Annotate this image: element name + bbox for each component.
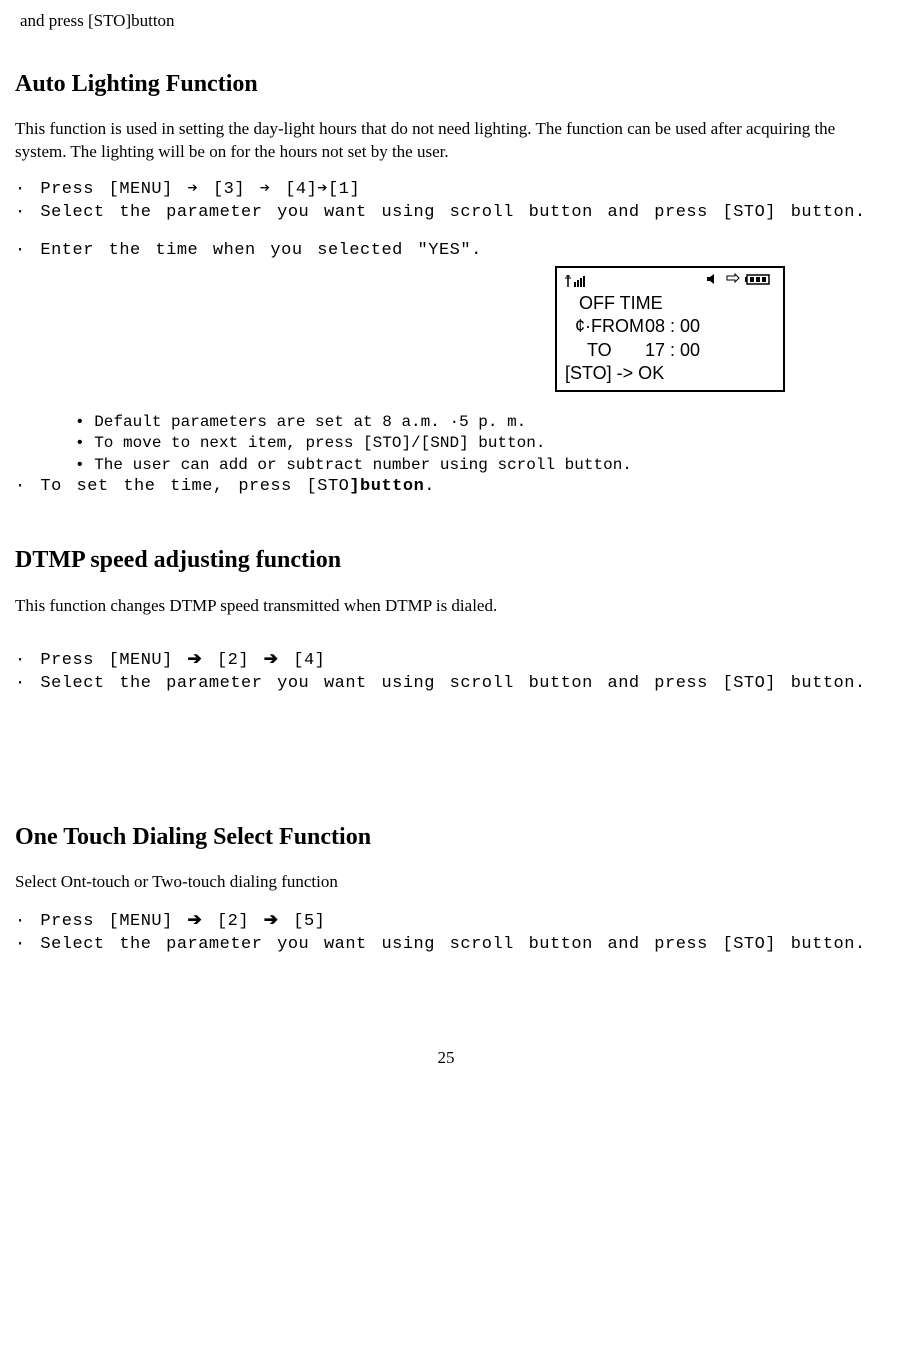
arrow-icon: ➔ [264,649,279,668]
screen-title: OFF TIME [579,292,775,315]
dtmp-step-2: · Select the parameter you want using sc… [15,673,877,696]
dtmp-step1a: · Press [MENU] [15,651,173,670]
dtmp-intro: This function changes DTMP speed transmi… [15,595,877,618]
auto-lighting-intro: This function is used in setting the day… [15,118,877,164]
screen-to-label: TO [587,339,645,362]
auto-step-4a: · To set the time, press [STO [15,477,349,496]
screen-from-label: ¢·FROM [575,315,645,338]
arrow-icon: ➔ [188,649,203,668]
device-screen: OFF TIME ¢·FROM 08 : 00 TO 17 : 00 [STO]… [555,266,785,392]
auto-step-4b: ]button [349,477,424,496]
screen-to-val: 17 : 00 [645,339,700,362]
one-touch-step1-end: [5] [293,912,325,931]
arrow-icon: ➔ [188,910,203,929]
auto-step-4c: . [424,477,435,496]
one-touch-step-2: · Select the parameter you want using sc… [15,934,877,957]
dtmp-step1-mid: [2] [217,651,249,670]
status-icons [705,272,775,291]
page-number: 25 [15,1047,877,1070]
auto-step-3: · Enter the time when you selected "YES"… [15,240,877,263]
one-touch-intro: Select Ont-touch or Two-touch dialing fu… [15,871,877,894]
auto-lighting-heading: Auto Lighting Function [15,68,877,100]
arrow-icon: ➔ [264,910,279,929]
one-touch-step-1: · Press [MENU] ➔ [2] ➔ [5] [15,909,877,934]
dtmp-step1-end: [4] [293,651,325,670]
dtmp-step-1: · Press [MENU] ➔ [2] ➔ [4] [15,648,877,673]
dtmp-heading: DTMP speed adjusting function [15,544,877,576]
screen-ok-line: [STO] -> OK [565,362,775,385]
one-touch-step1-mid: [2] [217,912,249,931]
top-fragment: and press [STO]button [20,10,877,33]
screen-from-val: 08 : 00 [645,315,700,338]
one-touch-step1a: · Press [MENU] [15,912,173,931]
auto-step-2: · Select the parameter you want using sc… [15,202,877,225]
auto-note-2: • To move to next item, press [STO]/[SND… [75,433,877,455]
auto-note-3: • The user can add or subtract number us… [75,455,877,477]
one-touch-heading: One Touch Dialing Select Function [15,821,877,853]
auto-step-4: · To set the time, press [STO]button. [15,476,877,499]
signal-icon [565,274,593,288]
auto-step-1: · Press [MENU] ➔ [3] ➔ [4]➔[1] [15,179,877,202]
auto-note-1: • Default parameters are set at 8 a.m. ·… [75,412,877,434]
